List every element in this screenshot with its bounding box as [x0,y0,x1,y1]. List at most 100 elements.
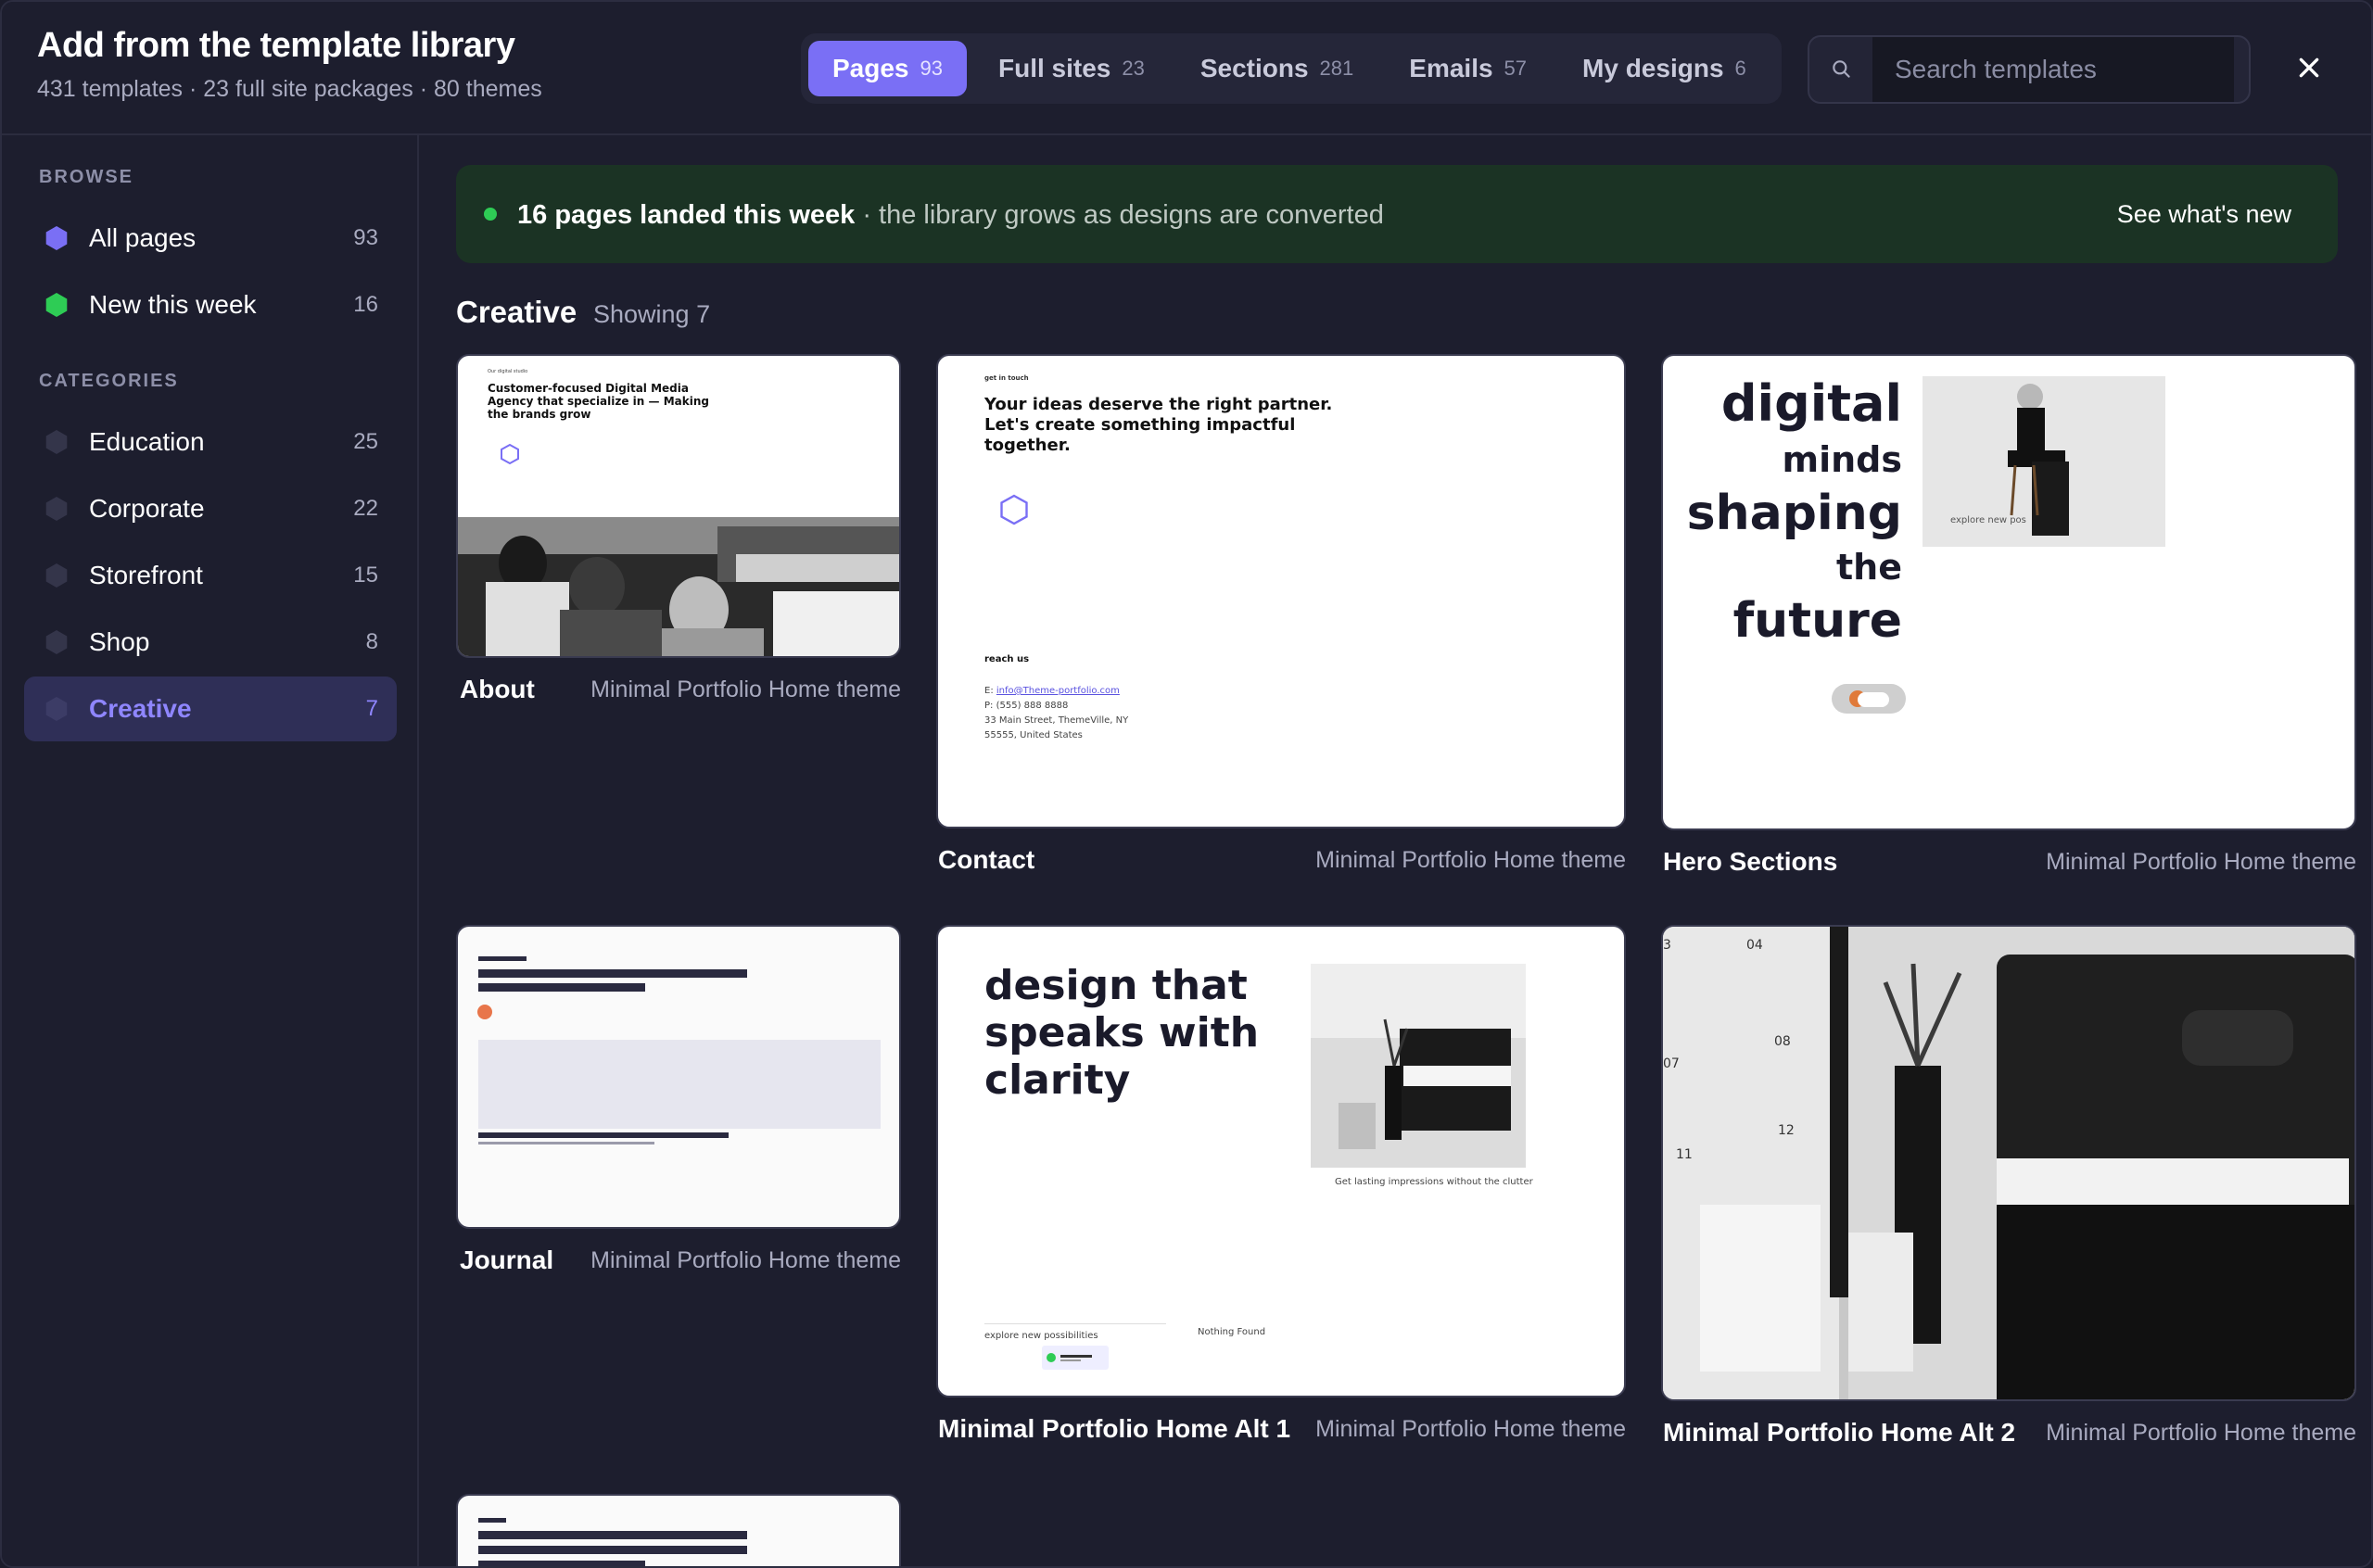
sidebar-item-label: Shop [89,627,150,656]
sidebar-item-new-this-week[interactable]: New this week 16 [24,272,397,337]
template-name: Hero Sections [1663,847,1838,876]
tab-full-sites[interactable]: Full sites 23 [974,41,1169,96]
sidebar-item-count: 93 [353,225,378,250]
preview-address-line-2: 55555, United States [984,730,1083,740]
template-name: Contact [938,845,1035,874]
sidebar-item-count: 16 [353,292,378,317]
sidebar-item-count: 15 [353,563,378,588]
tab-label: Emails [1409,54,1493,82]
sidebar-item-label: Education [89,427,205,456]
banner-text: 16 pages landed this week · the library … [517,200,1384,231]
modal-title: Add from the template library [37,26,515,65]
template-thumbnail: get in touch Your ideas deserve the righ… [936,354,1626,828]
hexagon-icon [45,293,68,317]
hexagon-icon [45,697,68,721]
sidebar-item-count: 7 [365,696,378,721]
team-photo-image [458,517,899,656]
calendar-number: 3 [1663,938,1671,953]
preview-headline: Your ideas deserve the right partner. Le… [984,395,1333,455]
sidebar-item-storefront[interactable]: Storefront 15 [24,543,397,608]
close-button[interactable] [2290,48,2329,87]
journal-preview-graphic [477,956,881,1144]
preview-hero-word-2: minds [1782,439,1903,480]
tab-label: Pages [832,54,909,82]
sidebar-item-label: All pages [89,223,197,252]
preview-email-prefix: E: [984,686,996,696]
tab-label: Sections [1199,54,1309,82]
search-box [1808,35,2251,104]
template-thumbnail [456,925,901,1229]
template-theme: Minimal Portfolio Home theme [1315,847,1626,873]
sidebar-item-creative[interactable]: Creative 7 [24,677,397,741]
tab-my-designs[interactable]: My designs 6 [1558,41,1770,96]
preview-hero-word-4: the [1836,547,1902,588]
preview-explore: explore new possibilities [984,1331,1098,1341]
sidebar-item-label: Creative [89,694,192,723]
preview-headline: design that speaks with clarity [984,962,1260,1104]
office-photo-image [1663,927,2354,1399]
tab-count: 23 [1122,57,1145,80]
preview-hero-word-5: future [1732,593,1902,649]
sidebar-item-count: 22 [353,496,378,521]
sidebar-item-label: New this week [89,290,257,319]
template-name: Journal [460,1246,554,1274]
sidebar-item-shop[interactable]: Shop 8 [24,610,397,675]
template-theme: Minimal Portfolio Home theme [2046,1420,2356,1446]
close-icon [2299,57,2319,78]
template-name: About [460,675,535,703]
preview-email-line: E: info@Theme-portfolio.com [984,686,1120,696]
template-theme: Minimal Portfolio Home theme [2046,849,2356,875]
tab-emails[interactable]: Emails 57 [1385,41,1551,96]
status-dot [484,208,497,221]
toggle-icon [1832,684,1906,714]
preview-eyebrow: Our digital studio [488,369,528,374]
template-thumbnail: Our digital studio Customer-focused Digi… [456,354,901,658]
tab-count: 93 [920,57,943,80]
sidebar-item-count: 25 [353,429,378,454]
section-count: Showing 7 [593,300,711,328]
journal-preview-graphic [478,1518,747,1566]
tab-label: Full sites [997,54,1111,82]
sidebar-item-corporate[interactable]: Corporate 22 [24,476,397,541]
template-thumbnail: design that speaks with clarity Get last… [936,925,1626,1397]
see-whats-new-link[interactable]: See what's new [2117,200,2291,229]
divider [984,1323,1166,1324]
calendar-number: 11 [1676,1147,1693,1162]
new-pages-banner: 16 pages landed this week · the library … [456,165,2338,263]
calendar-number: 07 [1663,1056,1680,1071]
modal-header: Add from the template library 431 templa… [2,2,2371,135]
template-theme: Minimal Portfolio Home theme [590,677,901,702]
sidebar-item-label: Storefront [89,561,203,589]
hexagon-icon [45,430,68,454]
sidebar-item-education[interactable]: Education 25 [24,410,397,474]
tab-count: 57 [1504,57,1528,80]
sidebar-item-label: Corporate [89,494,205,523]
preview-hero-word-3: shaping [1686,486,1902,541]
sidebar-item-all-pages[interactable]: All pages 93 [24,206,397,271]
template-theme: Minimal Portfolio Home theme [1315,1416,1626,1442]
preview-eyebrow: get in touch [984,374,1029,382]
section-title: Creative [456,295,577,329]
calendar-number: 08 [1774,1034,1791,1049]
template-thumbnail: 3 04 08 07 12 11 [1661,925,2356,1401]
preview-address-line-1: 33 Main Street, ThemeVille, NY [984,715,1129,726]
template-theme: Minimal Portfolio Home theme [590,1247,901,1273]
preview-headline: Customer-focused Digital Media Agency th… [488,382,709,421]
hexagon-icon [45,226,68,250]
calendar-number: 04 [1746,938,1763,953]
tab-sections[interactable]: Sections 281 [1176,41,1377,96]
categories-heading: CATEGORIES [39,371,179,391]
desk-photo-image [1311,964,1526,1168]
template-thumbnail [456,1494,901,1566]
calendar-number: 12 [1778,1123,1795,1138]
browse-heading: BROWSE [39,167,133,187]
sidebar-item-count: 8 [365,629,378,654]
template-library-modal: Add from the template library 431 templa… [0,0,2373,1568]
search-input[interactable] [1872,37,2234,102]
modal-subtitle: 431 templates · 23 full site packages · … [37,76,542,102]
tab-count: 281 [1319,57,1354,80]
hexagon-logo-icon [1000,494,1028,525]
tab-bar: Pages 93 Full sites 23 Sections 281 Emai… [801,33,1782,104]
tab-pages[interactable]: Pages 93 [808,41,967,96]
preview-hero-caption: explore new pos [1950,515,2026,525]
